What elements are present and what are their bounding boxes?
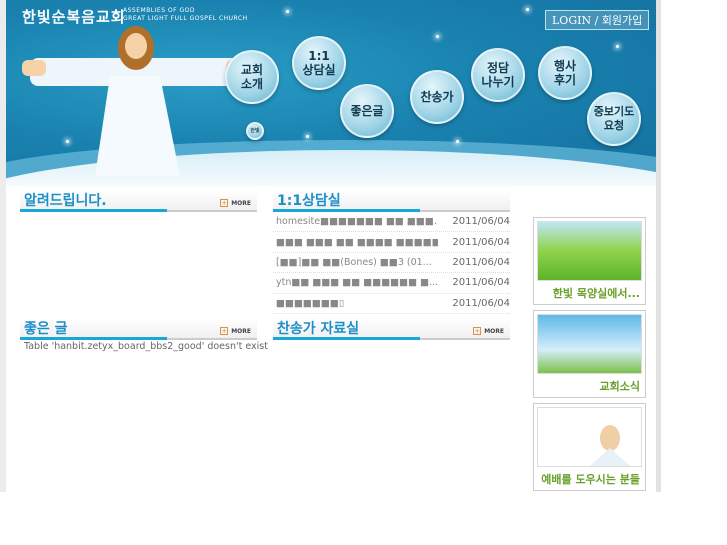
nav-hymn[interactable]: 찬송가 bbox=[410, 70, 464, 124]
nav-hanbit-small[interactable]: 한빛 bbox=[246, 122, 264, 140]
good-writing-header: 좋은 글 + MORE bbox=[20, 318, 257, 340]
side-card-helpers[interactable]: 예배를 도우시는 분들 bbox=[533, 403, 646, 491]
praying-person-icon bbox=[590, 425, 630, 466]
plus-icon: + bbox=[220, 199, 229, 207]
counsel-title: 1:1상담실 bbox=[277, 193, 341, 209]
counsel-list: homesite■■■■■■■ ■■ ■■■... 2011/06/04 ■■■ … bbox=[273, 212, 510, 314]
nav-prayer-request[interactable]: 중보기도 요청 bbox=[587, 92, 641, 146]
church-image bbox=[537, 314, 642, 374]
hymn-title: 찬송가 자료실 bbox=[277, 321, 360, 337]
notice-title: 알려드립니다. bbox=[24, 193, 107, 209]
counsel-header: 1:1상담실 bbox=[273, 190, 510, 212]
hymn-header: 찬송가 자료실 + MORE bbox=[273, 318, 510, 340]
list-item[interactable]: ytn■■ ■■■ ■■ ■■■■■■ ■... 2011/06/04 bbox=[273, 273, 510, 294]
pastor-image bbox=[537, 221, 642, 281]
praying-image bbox=[537, 407, 642, 467]
nav-church-intro[interactable]: 교회 소개 bbox=[225, 50, 279, 104]
good-writing-more-button[interactable]: + MORE bbox=[220, 327, 251, 335]
plus-icon: + bbox=[473, 327, 482, 335]
nav-event-review[interactable]: 행사 후기 bbox=[538, 46, 592, 100]
hymn-more-button[interactable]: + MORE bbox=[473, 327, 504, 335]
nav-good-writing[interactable]: 좋은글 bbox=[340, 84, 394, 138]
logo-subtitle: ASSEMBLIES OF GOD GREAT LIGHT FULL GOSPEL… bbox=[123, 7, 248, 22]
plus-icon: + bbox=[220, 327, 229, 335]
jesus-illustration bbox=[22, 26, 248, 176]
notice-more-button[interactable]: + MORE bbox=[220, 199, 251, 207]
list-item[interactable]: ■■■■■■■▯ 2011/06/04 bbox=[273, 294, 510, 314]
list-item[interactable]: ■■■ ■■■ ■■ ■■■■ ■■■■■ 2011/06/04 bbox=[273, 232, 510, 253]
login-signup-button[interactable]: LOGIN / 회원가입 bbox=[545, 10, 650, 30]
good-writing-title: 좋은 글 bbox=[24, 321, 68, 337]
church-logo[interactable]: 한빛순복음교회 bbox=[22, 6, 126, 27]
list-item[interactable]: homesite■■■■■■■ ■■ ■■■... 2011/06/04 bbox=[273, 212, 510, 233]
nav-chat[interactable]: 정담 나누기 bbox=[471, 48, 525, 102]
side-card-pastor[interactable]: 한빛 목양실에서... bbox=[533, 217, 646, 305]
header-banner: 한빛순복음교회 ASSEMBLIES OF GOD GREAT LIGHT FUL… bbox=[6, 0, 656, 186]
notice-header: 알려드립니다. + MORE bbox=[20, 190, 257, 212]
nav-counsel[interactable]: 1:1 상담실 bbox=[292, 36, 346, 90]
list-item[interactable]: [■■]■■ ■■(Bones) ■■3 (01... 2011/06/04 bbox=[273, 253, 510, 274]
side-card-news[interactable]: 교회소식 bbox=[533, 310, 646, 398]
db-error-message: Table 'hanbit.zetyx_board_bbs2_good' doe… bbox=[24, 341, 268, 352]
